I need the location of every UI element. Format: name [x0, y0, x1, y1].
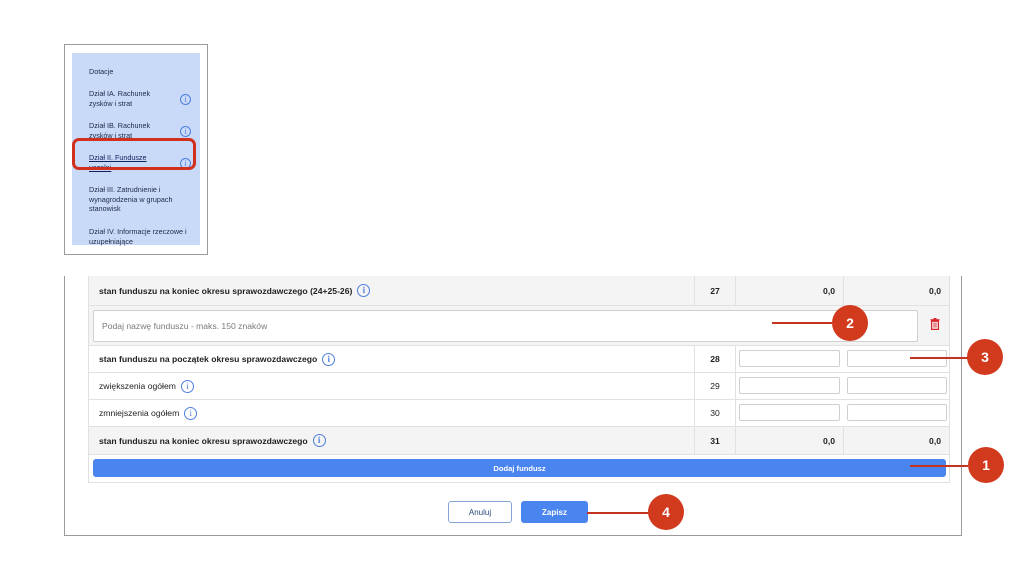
cancel-button[interactable]: Anuluj: [448, 501, 512, 523]
sidebar-item-dzial-ii[interactable]: Dział II. Fundusze uczelni: [89, 153, 155, 172]
table-row: zmniejszenia ogółem i 30: [89, 400, 949, 427]
section-nav-panel: Dotacje Dział IA. Rachunek zysków i stra…: [64, 44, 208, 255]
save-button[interactable]: Zapisz: [521, 501, 588, 523]
info-icon[interactable]: i: [312, 434, 326, 447]
row-label-text: stan funduszu na początek okresu sprawoz…: [99, 354, 318, 364]
value-input[interactable]: [847, 377, 947, 394]
sidebar-item-dzial-iii[interactable]: Dział III. Zatrudnienie i wynagrodzenia …: [89, 185, 201, 214]
row-label: stan funduszu na koniec okresu sprawozda…: [99, 276, 371, 305]
sidebar-item-label: Dział IA. Rachunek zysków i strat: [89, 89, 151, 108]
row-label-text: zwiększenia ogółem: [99, 381, 176, 391]
sidebar-item-label: Dotacje: [89, 67, 114, 76]
callout-marker-4: 4: [648, 494, 684, 530]
sidebar-item-label: Dział III. Zatrudnienie i wynagrodzenia …: [89, 185, 173, 214]
row-number: 28: [694, 346, 736, 372]
row-label-text: zmniejszenia ogółem: [99, 408, 180, 418]
value-cell: 0,0: [929, 435, 941, 446]
sidebar-item-dzial-ib[interactable]: Dział IB. Rachunek zysków i strat: [89, 121, 161, 140]
info-icon[interactable]: i: [180, 126, 191, 137]
callout-line-2: [772, 322, 832, 324]
info-icon[interactable]: i: [184, 406, 198, 420]
value-cell: 0,0: [929, 285, 941, 296]
add-fund-button[interactable]: Dodaj fundusz: [93, 459, 946, 477]
callout-line-3: [910, 357, 968, 359]
row-label: stan funduszu na początek okresu sprawoz…: [99, 346, 336, 372]
row-number: 29: [694, 373, 736, 399]
value-input[interactable]: [739, 404, 840, 421]
row-label: stan funduszu na koniec okresu sprawozda…: [99, 427, 326, 454]
info-icon[interactable]: i: [180, 94, 191, 105]
row-label-text: stan funduszu na koniec okresu sprawozda…: [99, 435, 308, 446]
callout-marker-2: 2: [832, 305, 868, 341]
sidebar: Dotacje Dział IA. Rachunek zysków i stra…: [72, 53, 201, 246]
trash-icon[interactable]: [930, 318, 940, 330]
fund-name-row: [89, 306, 949, 346]
value-input[interactable]: [739, 350, 840, 367]
sidebar-item-label: Dział IB. Rachunek zysków i strat: [89, 121, 151, 140]
callout-marker-3: 3: [967, 339, 1003, 375]
fund-name-input[interactable]: [93, 310, 918, 342]
info-icon[interactable]: i: [357, 284, 371, 297]
sidebar-item-label: Dział IV. Informacje rzeczowe i uzupełni…: [89, 227, 187, 246]
row-number: 30: [694, 400, 736, 426]
table-row: stan funduszu na początek okresu sprawoz…: [89, 346, 949, 373]
sidebar-item-dotacje[interactable]: Dotacje: [89, 67, 179, 77]
info-icon[interactable]: i: [180, 158, 191, 169]
row-label-text: stan funduszu na koniec okresu sprawozda…: [99, 285, 353, 296]
sidebar-item-label: Dział II. Fundusze uczelni: [89, 153, 147, 172]
funds-table: stan funduszu na koniec okresu sprawozda…: [88, 276, 950, 483]
callout-line-1: [910, 465, 968, 467]
value-input[interactable]: [847, 404, 947, 421]
table-row: stan funduszu na koniec okresu sprawozda…: [89, 427, 949, 455]
row-label: zmniejszenia ogółem i: [99, 400, 198, 426]
value-cell: 0,0: [736, 276, 844, 305]
table-row: zwiększenia ogółem i 29: [89, 373, 949, 400]
sidebar-item-dzial-ia[interactable]: Dział IA. Rachunek zysków i strat: [89, 89, 161, 108]
row-number: 31: [694, 427, 736, 454]
fund-form-panel: stan funduszu na koniec okresu sprawozda…: [64, 276, 962, 536]
value-input[interactable]: [739, 377, 840, 394]
table-row: stan funduszu na koniec okresu sprawozda…: [89, 276, 949, 306]
row-number: 27: [694, 276, 736, 305]
info-icon[interactable]: i: [180, 379, 194, 393]
value-cell: 0,0: [736, 427, 844, 454]
row-label: zwiększenia ogółem i: [99, 373, 194, 399]
callout-marker-1: 1: [968, 447, 1004, 483]
sidebar-item-dzial-iv[interactable]: Dział IV. Informacje rzeczowe i uzupełni…: [89, 227, 193, 246]
callout-line-4: [587, 512, 649, 514]
info-icon[interactable]: i: [322, 352, 336, 366]
